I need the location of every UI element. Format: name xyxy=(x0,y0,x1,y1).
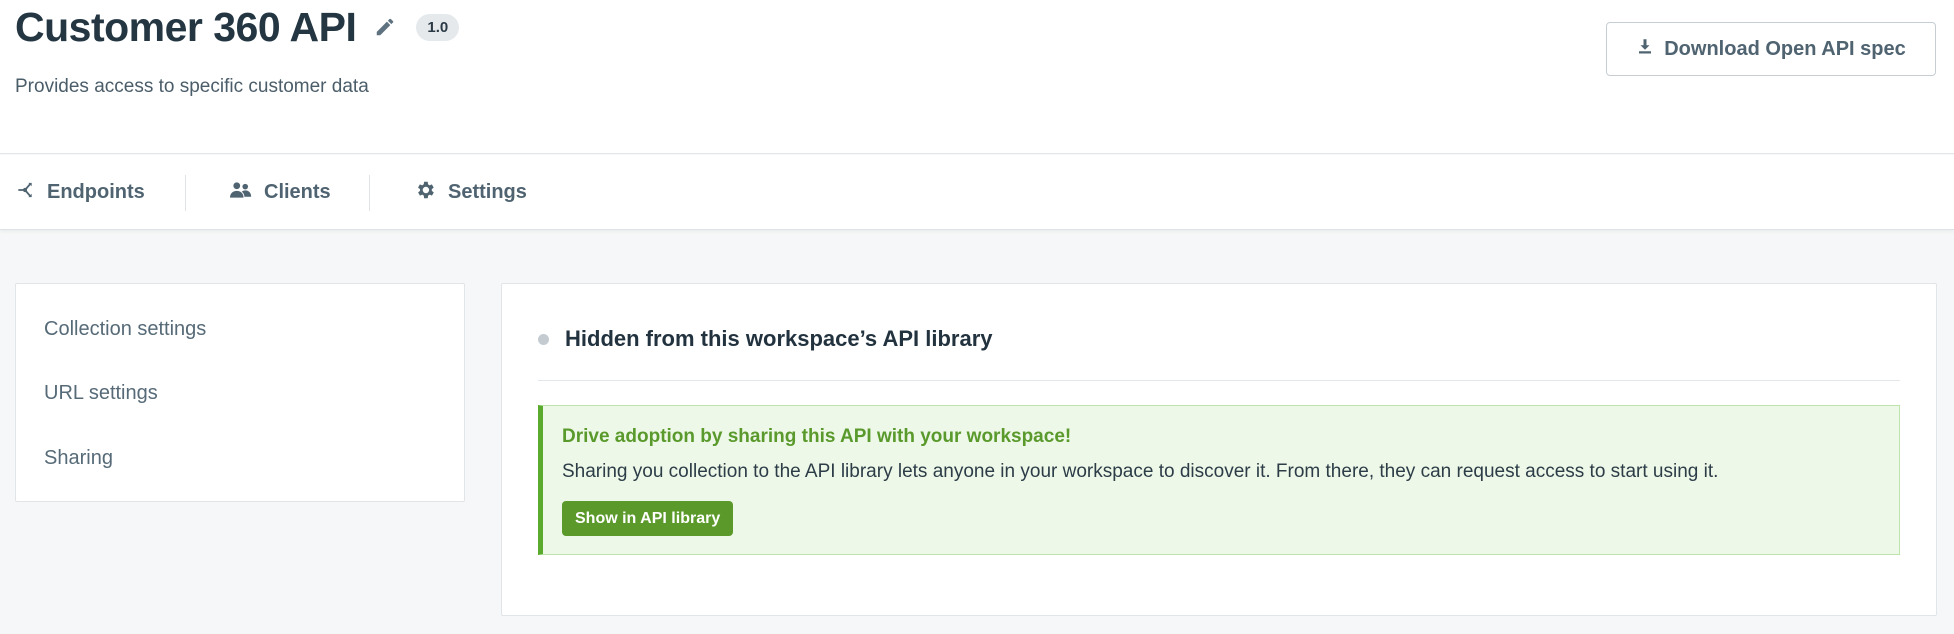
visibility-status: Hidden from this workspace’s API library xyxy=(538,326,993,352)
version-badge: 1.0 xyxy=(416,14,460,41)
page-subtitle: Provides access to specific customer dat… xyxy=(15,76,369,97)
settings-sidebar: Collection settings URL settings Sharing xyxy=(15,283,465,502)
promo-text: Sharing you collection to the API librar… xyxy=(562,461,1719,482)
tab-settings-label: Settings xyxy=(448,181,527,203)
tab-bar: Endpoints Clients Settings xyxy=(0,155,1954,230)
tab-endpoints-label: Endpoints xyxy=(47,181,145,203)
pencil-icon[interactable] xyxy=(374,16,398,40)
users-icon xyxy=(230,181,252,205)
tab-clients-label: Clients xyxy=(264,181,331,203)
tab-endpoints[interactable]: Endpoints xyxy=(15,155,145,230)
share-promo-callout: Drive adoption by sharing this API with … xyxy=(538,405,1900,555)
show-in-api-library-button[interactable]: Show in API library xyxy=(562,501,734,536)
page-title: Customer 360 API xyxy=(15,4,357,50)
tab-divider xyxy=(185,175,186,211)
status-dot-icon xyxy=(538,333,549,345)
download-openapi-button[interactable]: Download Open API spec xyxy=(1606,22,1936,76)
sharing-panel: Hidden from this workspace’s API library… xyxy=(501,283,1937,616)
endpoints-icon xyxy=(15,180,35,206)
visibility-status-text: Hidden from this workspace’s API library xyxy=(565,326,993,351)
sidebar-item-url-settings[interactable]: URL settings xyxy=(44,382,158,405)
tab-clients[interactable]: Clients xyxy=(230,155,331,230)
page-header: Customer 360 API 1.0 Provides access to … xyxy=(0,0,1954,154)
tab-divider xyxy=(369,175,370,211)
tab-settings[interactable]: Settings xyxy=(414,155,527,230)
download-label: Download Open API spec xyxy=(1664,37,1906,60)
title-row: Customer 360 API 1.0 xyxy=(15,4,460,51)
sidebar-item-sharing[interactable]: Sharing xyxy=(44,447,113,470)
download-icon xyxy=(1636,37,1654,61)
divider xyxy=(538,380,1900,381)
promo-title: Drive adoption by sharing this API with … xyxy=(562,426,1072,447)
gear-icon xyxy=(414,179,436,207)
sidebar-item-collection-settings[interactable]: Collection settings xyxy=(44,318,206,341)
